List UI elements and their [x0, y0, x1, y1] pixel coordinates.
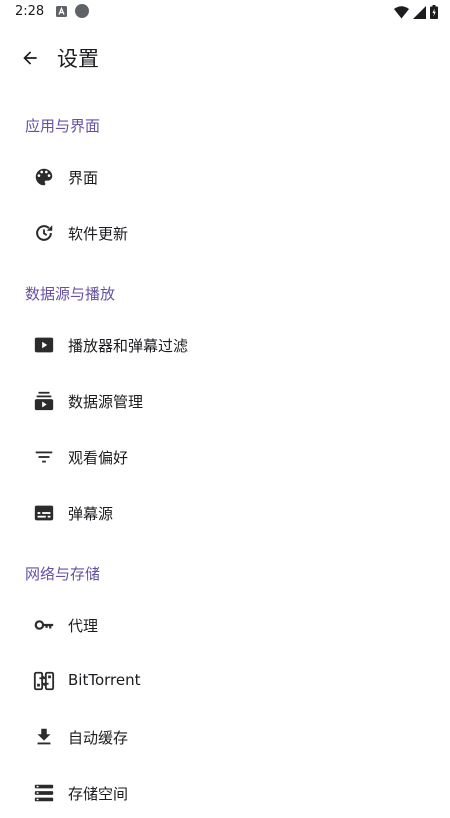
battery-icon — [430, 5, 438, 19]
status-right — [394, 5, 438, 19]
key-icon — [33, 614, 55, 636]
palette-icon — [33, 166, 55, 188]
play-box-icon — [33, 334, 55, 356]
settings-item-ui[interactable]: 界面 — [0, 152, 450, 202]
arrow-back-icon — [20, 48, 40, 68]
update-icon — [33, 222, 55, 244]
notification-a-icon — [56, 6, 67, 17]
subscriptions-icon — [33, 390, 55, 412]
settings-item-label: 代理 — [68, 617, 99, 635]
section-header-source-playback: 数据源与播放 — [25, 285, 116, 303]
settings-item-label: 界面 — [68, 169, 99, 187]
settings-item-watch-preferences[interactable]: 观看偏好 — [0, 432, 450, 482]
bittorrent-icon — [33, 670, 55, 692]
settings-item-label: 弹幕源 — [68, 505, 114, 523]
settings-item-label: 软件更新 — [68, 225, 129, 243]
settings-item-danmaku-source[interactable]: 弹幕源 — [0, 488, 450, 538]
settings-item-source-management[interactable]: 数据源管理 — [0, 376, 450, 426]
settings-item-label: 观看偏好 — [68, 449, 129, 467]
settings-item-proxy[interactable]: 代理 — [0, 600, 450, 650]
settings-item-auto-cache[interactable]: 自动缓存 — [0, 712, 450, 762]
settings-item-player-danmaku-filter[interactable]: 播放器和弹幕过滤 — [0, 320, 450, 370]
settings-item-label: 数据源管理 — [68, 393, 144, 411]
settings-item-label: 自动缓存 — [68, 729, 129, 747]
status-bar: 2:28 — [0, 0, 450, 26]
section-header-network-storage: 网络与存储 — [25, 565, 101, 583]
settings-item-label: 播放器和弹幕过滤 — [68, 337, 189, 355]
storage-icon — [33, 782, 55, 804]
download-icon — [33, 726, 55, 748]
signal-icon — [413, 5, 426, 19]
settings-item-label: 存储空间 — [68, 785, 129, 803]
settings-item-label: BitTorrent — [68, 671, 141, 689]
status-time: 2:28 — [15, 4, 45, 19]
filter-list-icon — [33, 446, 55, 468]
subtitles-icon — [33, 502, 55, 524]
app-bar: 设置 — [0, 30, 450, 86]
page-title: 设置 — [57, 47, 99, 71]
wifi-icon — [394, 5, 409, 19]
back-button[interactable] — [12, 40, 48, 76]
settings-item-software-update[interactable]: 软件更新 — [0, 208, 450, 258]
section-header-app-ui: 应用与界面 — [25, 117, 101, 135]
settings-item-bittorrent[interactable]: BitTorrent — [0, 656, 450, 706]
notification-circle-icon — [75, 4, 89, 18]
settings-item-storage[interactable]: 存储空间 — [0, 768, 450, 818]
